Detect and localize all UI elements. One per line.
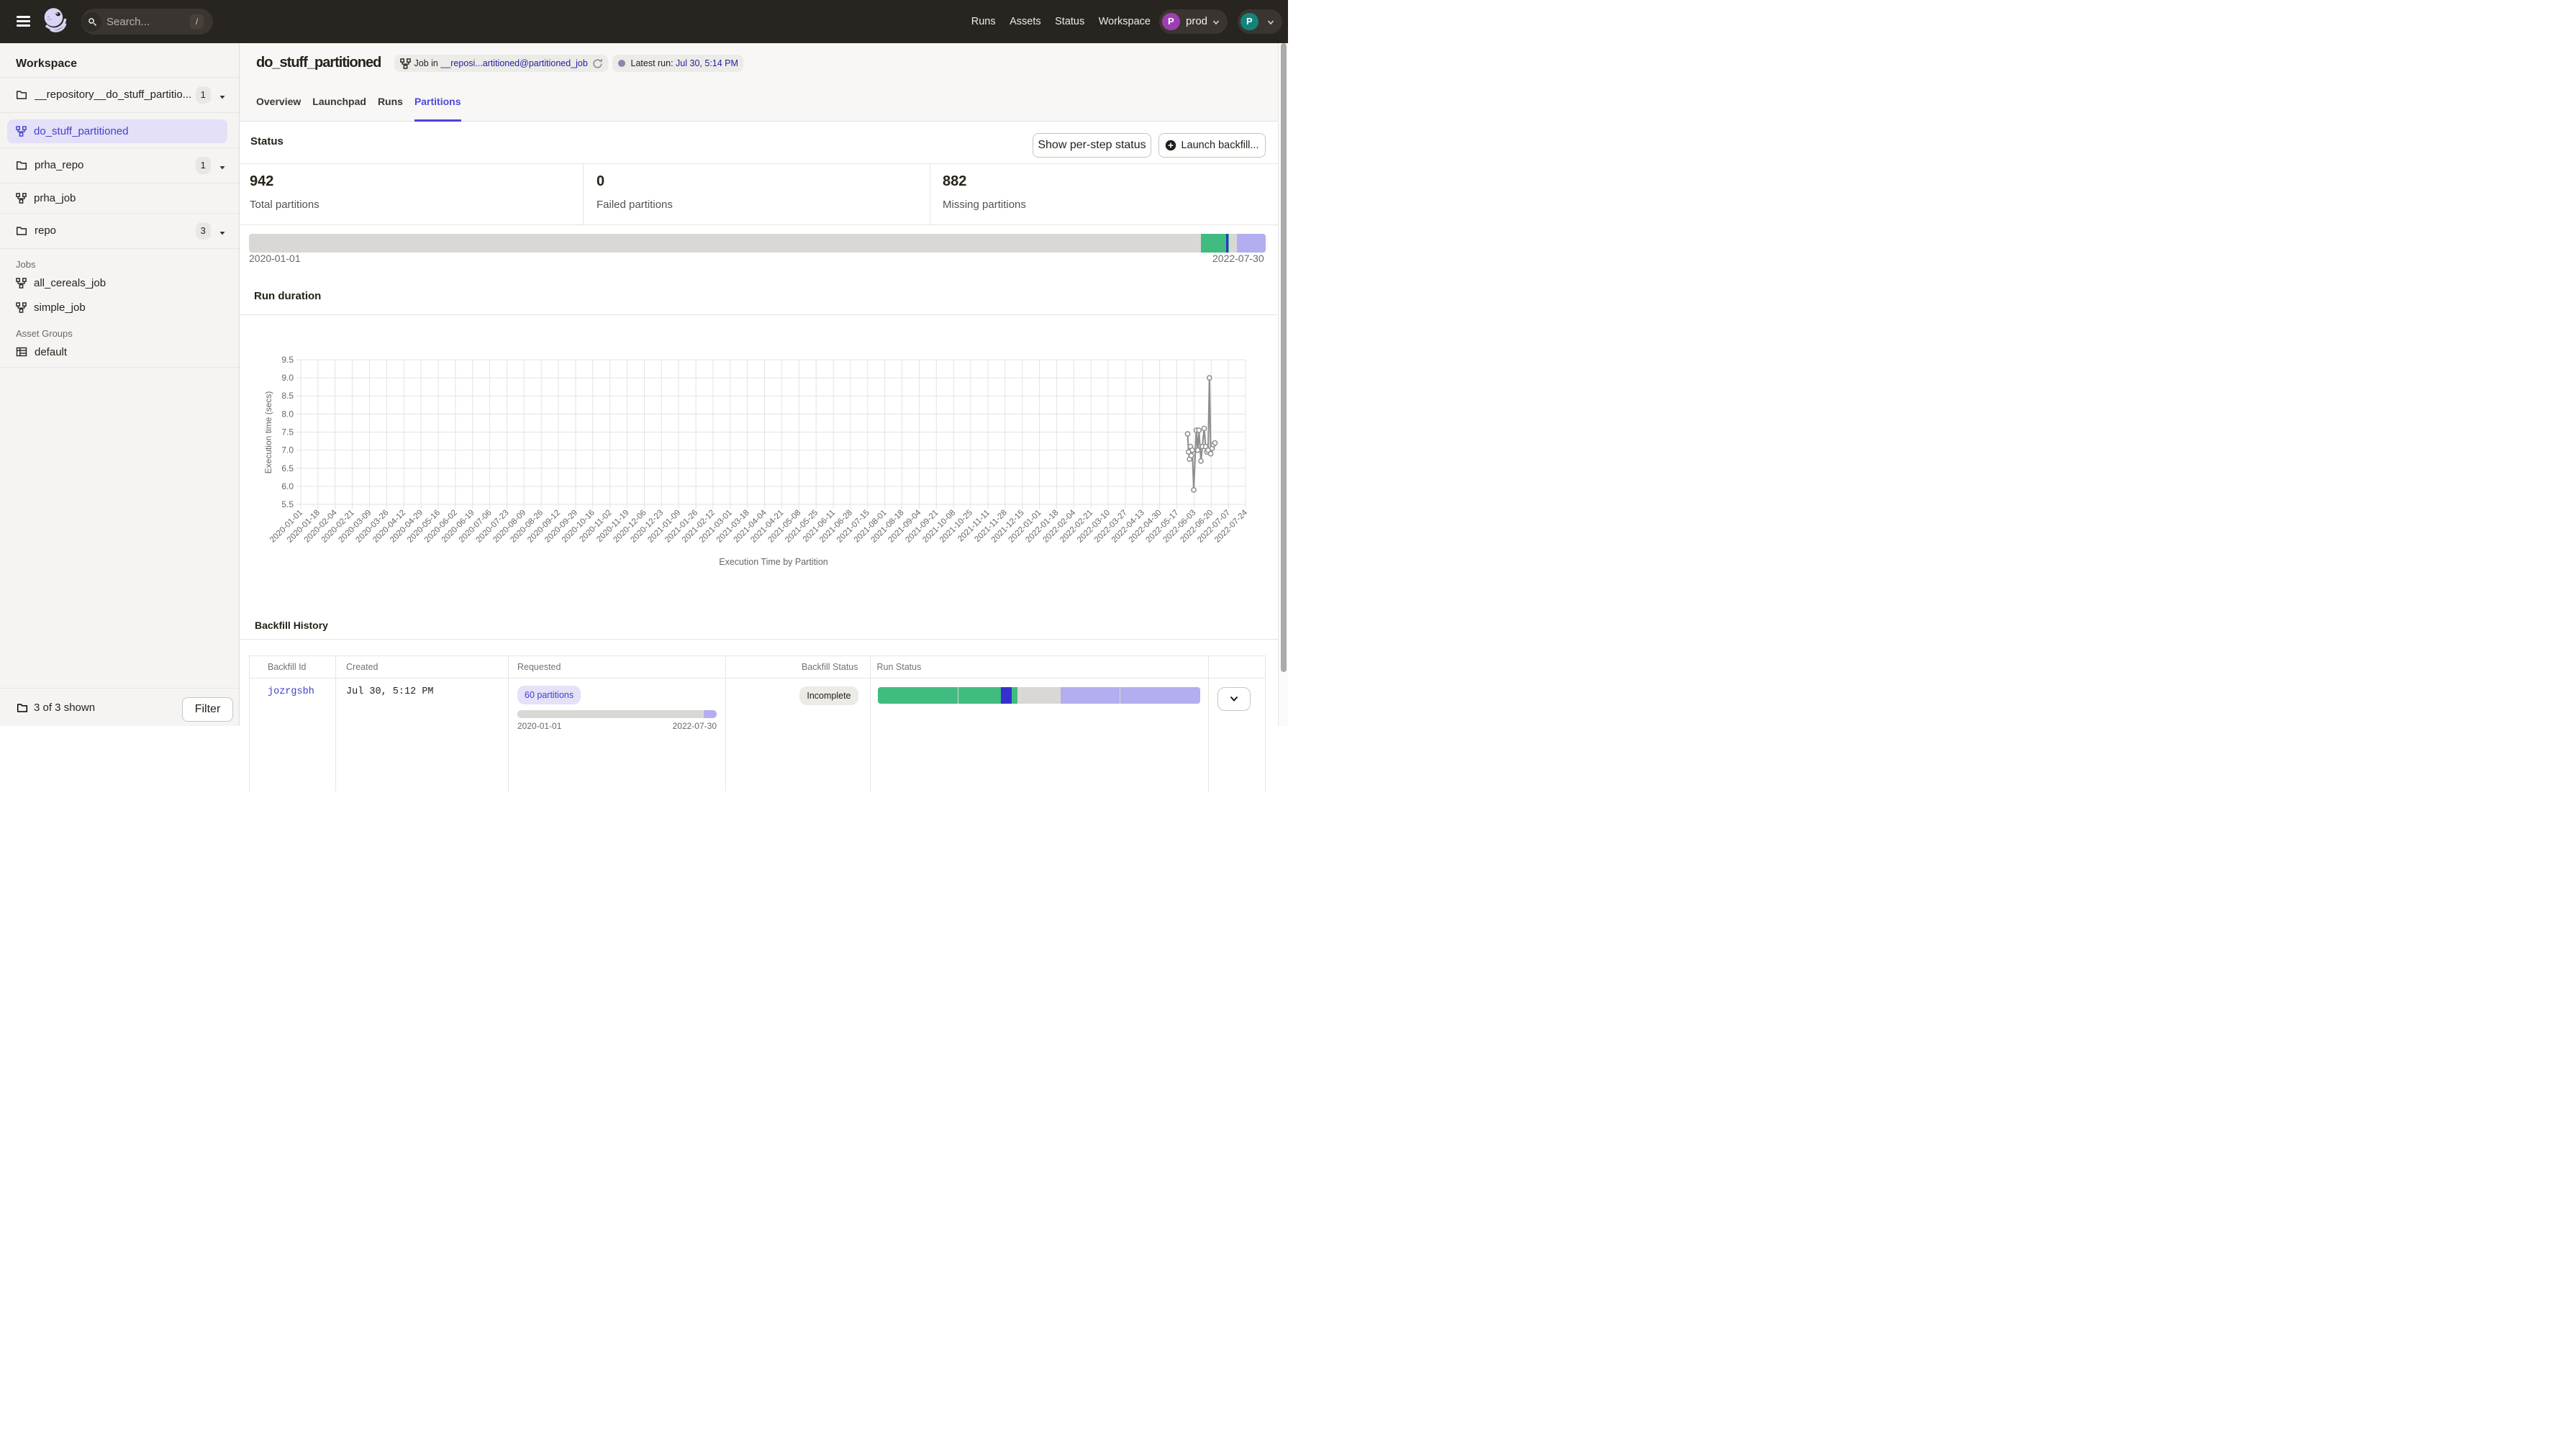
svg-text:8.0: 8.0 [281, 409, 294, 419]
svg-text:6.0: 6.0 [281, 481, 294, 491]
svg-text:7.0: 7.0 [281, 445, 294, 455]
svg-text:9.0: 9.0 [281, 373, 294, 383]
svg-text:Execution time (secs): Execution time (secs) [263, 391, 273, 474]
svg-text:8.5: 8.5 [281, 391, 294, 401]
svg-text:6.5: 6.5 [281, 463, 294, 473]
svg-text:5.5: 5.5 [281, 499, 294, 509]
svg-text:9.5: 9.5 [281, 355, 294, 365]
svg-text:Execution Time by Partition: Execution Time by Partition [719, 557, 828, 567]
svg-text:7.5: 7.5 [281, 427, 294, 437]
